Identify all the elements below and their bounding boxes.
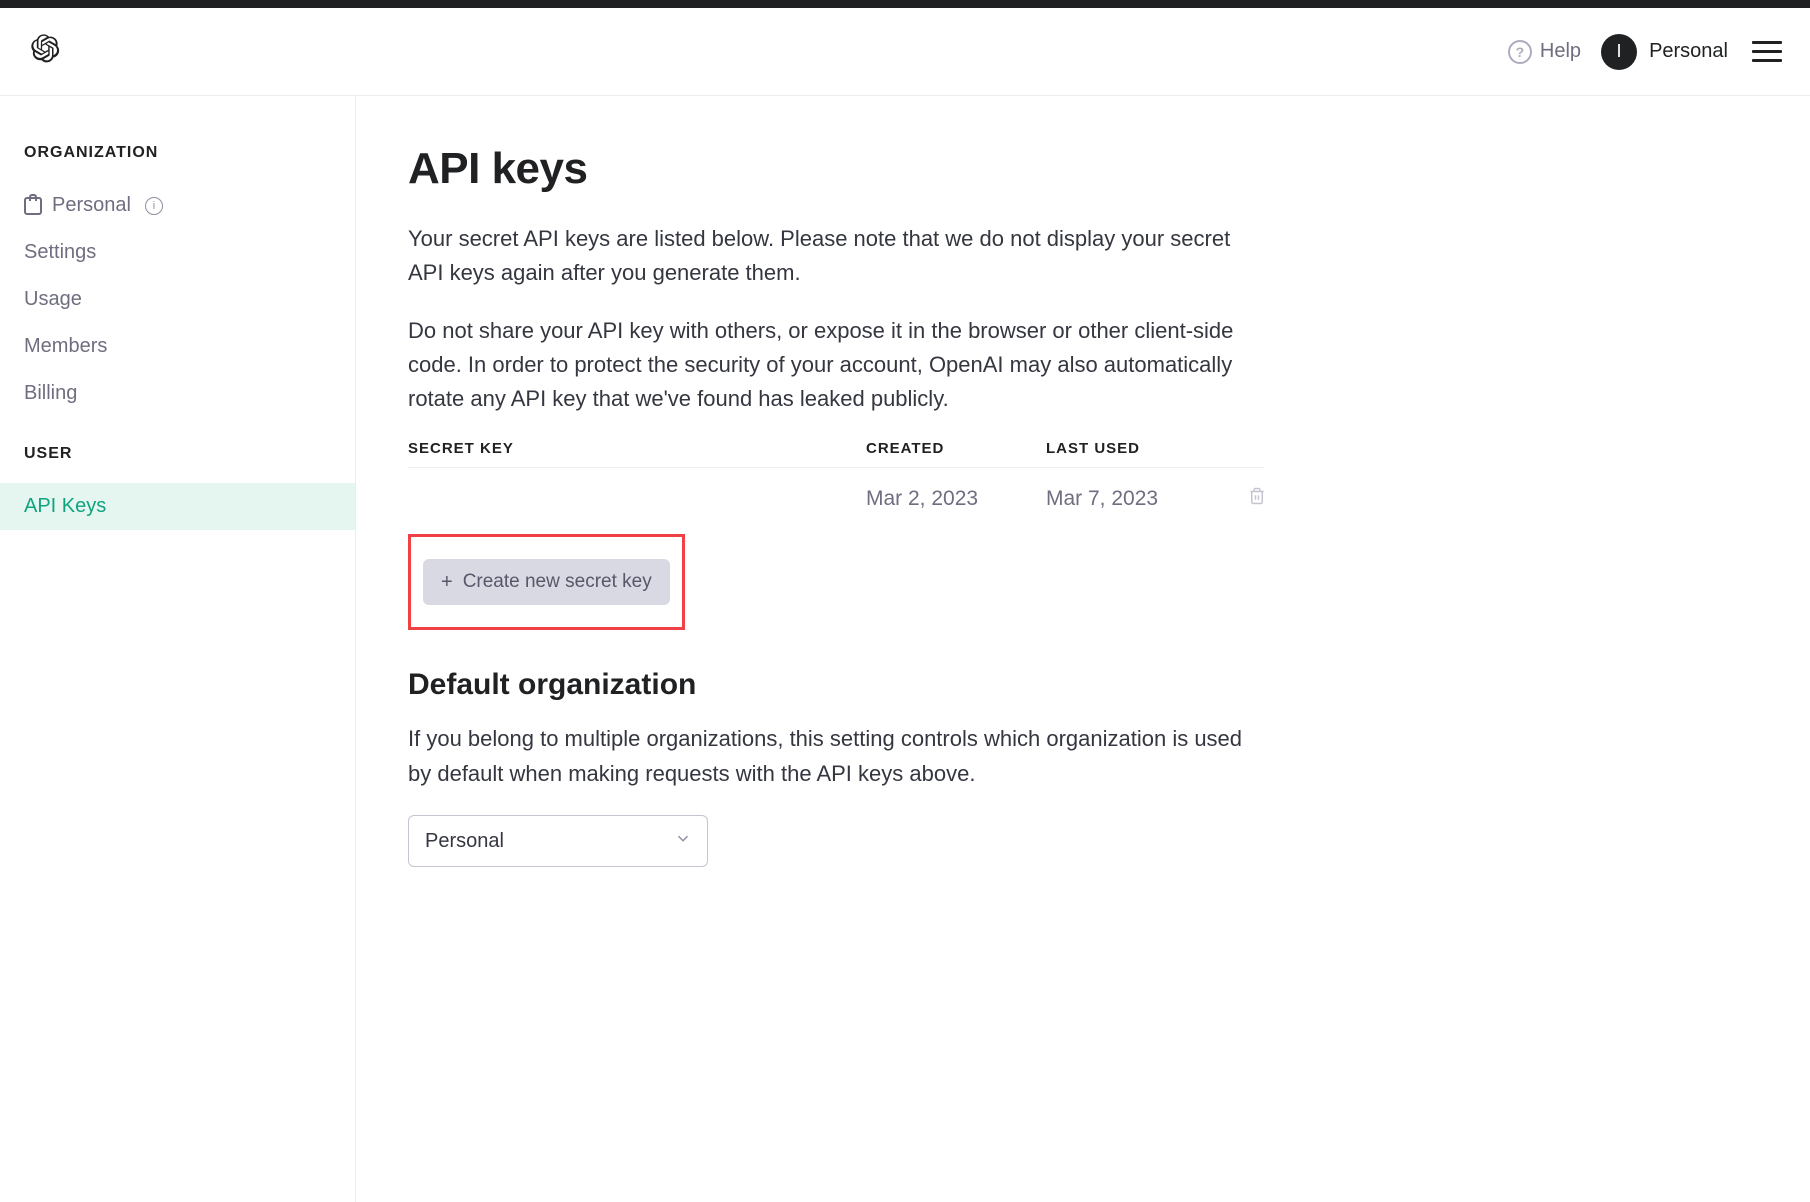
sidebar-item-label: Members	[24, 335, 107, 358]
trash-icon[interactable]	[1248, 488, 1266, 511]
sidebar-item-label: Billing	[24, 382, 77, 405]
main-content: API keys Your secret API keys are listed…	[356, 96, 1316, 1202]
default-org-select-wrap: Personal	[408, 815, 708, 867]
th-secret-key: SECRET KEY	[408, 440, 866, 457]
sidebar-item-billing[interactable]: Billing	[0, 370, 355, 417]
sidebar-item-org-personal[interactable]: Personal i	[0, 182, 355, 229]
cell-last-used: Mar 7, 2023	[1046, 487, 1226, 511]
sidebar-item-api-keys[interactable]: API Keys	[0, 483, 355, 530]
cell-created: Mar 2, 2023	[866, 487, 1046, 511]
avatar: I	[1601, 34, 1637, 70]
sidebar-item-label: Usage	[24, 288, 82, 311]
app-header: ? Help I Personal	[0, 8, 1810, 96]
table-row: Mar 2, 2023 Mar 7, 2023	[408, 468, 1264, 530]
sidebar-item-settings[interactable]: Settings	[0, 229, 355, 276]
keys-table-header: SECRET KEY CREATED LAST USED	[408, 440, 1264, 468]
sidebar-section-user: USER	[0, 445, 355, 483]
default-org-select[interactable]: Personal	[408, 815, 708, 867]
sidebar-org-name: Personal	[52, 194, 131, 217]
annotation-highlight: + Create new secret key	[408, 534, 685, 630]
sidebar-section-organization: ORGANIZATION	[0, 144, 355, 182]
create-secret-key-button[interactable]: + Create new secret key	[423, 559, 670, 605]
user-name: Personal	[1649, 40, 1728, 63]
default-org-title: Default organization	[408, 668, 1264, 702]
sidebar-item-usage[interactable]: Usage	[0, 276, 355, 323]
plus-icon: +	[441, 572, 453, 592]
help-icon: ?	[1508, 40, 1532, 64]
intro-paragraph-1: Your secret API keys are listed below. P…	[408, 222, 1264, 290]
th-created: CREATED	[866, 440, 1046, 457]
openai-logo[interactable]	[24, 31, 60, 72]
help-link[interactable]: ? Help	[1508, 40, 1581, 64]
info-icon[interactable]: i	[145, 197, 163, 215]
intro-paragraph-2: Do not share your API key with others, o…	[408, 314, 1264, 416]
sidebar: ORGANIZATION Personal i Settings Usage M…	[0, 96, 356, 1202]
menu-icon[interactable]	[1748, 37, 1786, 66]
top-dark-bar	[0, 0, 1810, 8]
user-menu[interactable]: I Personal	[1601, 34, 1728, 70]
sidebar-item-label: API Keys	[24, 495, 106, 518]
default-org-description: If you belong to multiple organizations,…	[408, 722, 1264, 790]
help-label: Help	[1540, 40, 1581, 63]
th-last-used: LAST USED	[1046, 440, 1226, 457]
sidebar-item-members[interactable]: Members	[0, 323, 355, 370]
create-button-label: Create new secret key	[463, 571, 652, 593]
avatar-initial: I	[1617, 41, 1622, 62]
page-title: API keys	[408, 144, 1264, 194]
briefcase-icon	[24, 197, 42, 215]
sidebar-item-label: Settings	[24, 241, 96, 264]
